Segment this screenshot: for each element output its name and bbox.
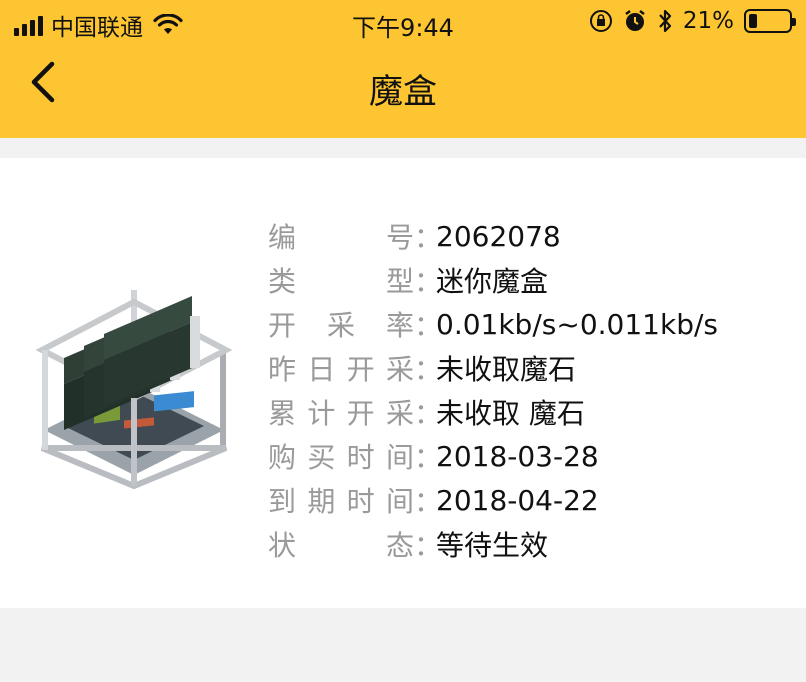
status-right: 21% [589,8,796,34]
info-colon: ： [414,265,443,298]
info-colon: ： [414,397,443,430]
info-row-yesterday: 昨日开采 ： 未收取魔石 [268,346,718,390]
info-label: 购买时间 [268,441,414,474]
info-colon: ： [414,309,443,342]
info-value: 未收取 魔石 [436,397,585,430]
nav-bar: 魔盒 [0,46,806,138]
info-value: 2018-03-28 [436,439,599,473]
battery-percent: 21% [682,8,734,34]
info-value: 2062078 [436,219,561,253]
info-list: 编号 ： 2062078 类型 ： 迷你魔盒 开采率 ： 0.01kb/s~0.… [268,214,718,566]
info-row-type: 类型 ： 迷你魔盒 [268,258,718,302]
info-row-id: 编号 ： 2062078 [268,214,718,258]
info-row-status: 状态 ： 等待生效 [268,522,718,566]
battery-level [749,14,757,28]
info-colon: ： [414,529,443,562]
status-value: 等待生效 [436,529,549,562]
info-label: 到期时间 [268,485,414,518]
info-label: 开采率 [268,309,414,342]
info-colon: ： [414,485,443,518]
info-row-expiry-date: 到期时间 ： 2018-04-22 [268,478,718,522]
info-label: 累计开采 [268,397,414,430]
info-value: 未收取魔石 [436,353,577,386]
info-label: 编号 [268,221,414,254]
info-value: 迷你魔盒 [436,265,549,298]
rotation-lock-icon [589,10,612,32]
page-title: 魔盒 [369,72,437,112]
alarm-icon [625,10,645,31]
info-colon: ： [414,441,443,474]
info-value: 2018-04-22 [436,483,599,517]
info-label: 昨日开采 [268,353,414,386]
info-label: 状态 [268,529,414,562]
detail-card: 编号 ： 2062078 类型 ： 迷你魔盒 开采率 ： 0.01kb/s~0.… [0,158,806,608]
status-bar: 中国联通 下午9:44 21% [0,0,806,46]
bluetooth-icon [659,9,671,33]
info-colon: ： [414,221,443,254]
info-row-total: 累计开采 ： 未收取 魔石 [268,390,718,434]
info-value: 0.01kb/s~0.011kb/s [436,307,718,341]
info-label: 类型 [268,265,414,298]
battery-icon [744,9,796,33]
header: 中国联通 下午9:44 21% 魔盒 [0,0,806,138]
info-row-rate: 开采率 ： 0.01kb/s~0.011kb/s [268,302,718,346]
info-colon: ： [414,353,443,386]
info-row-purchase-date: 购买时间 ： 2018-03-28 [268,434,718,478]
mining-rig-icon [35,290,233,490]
